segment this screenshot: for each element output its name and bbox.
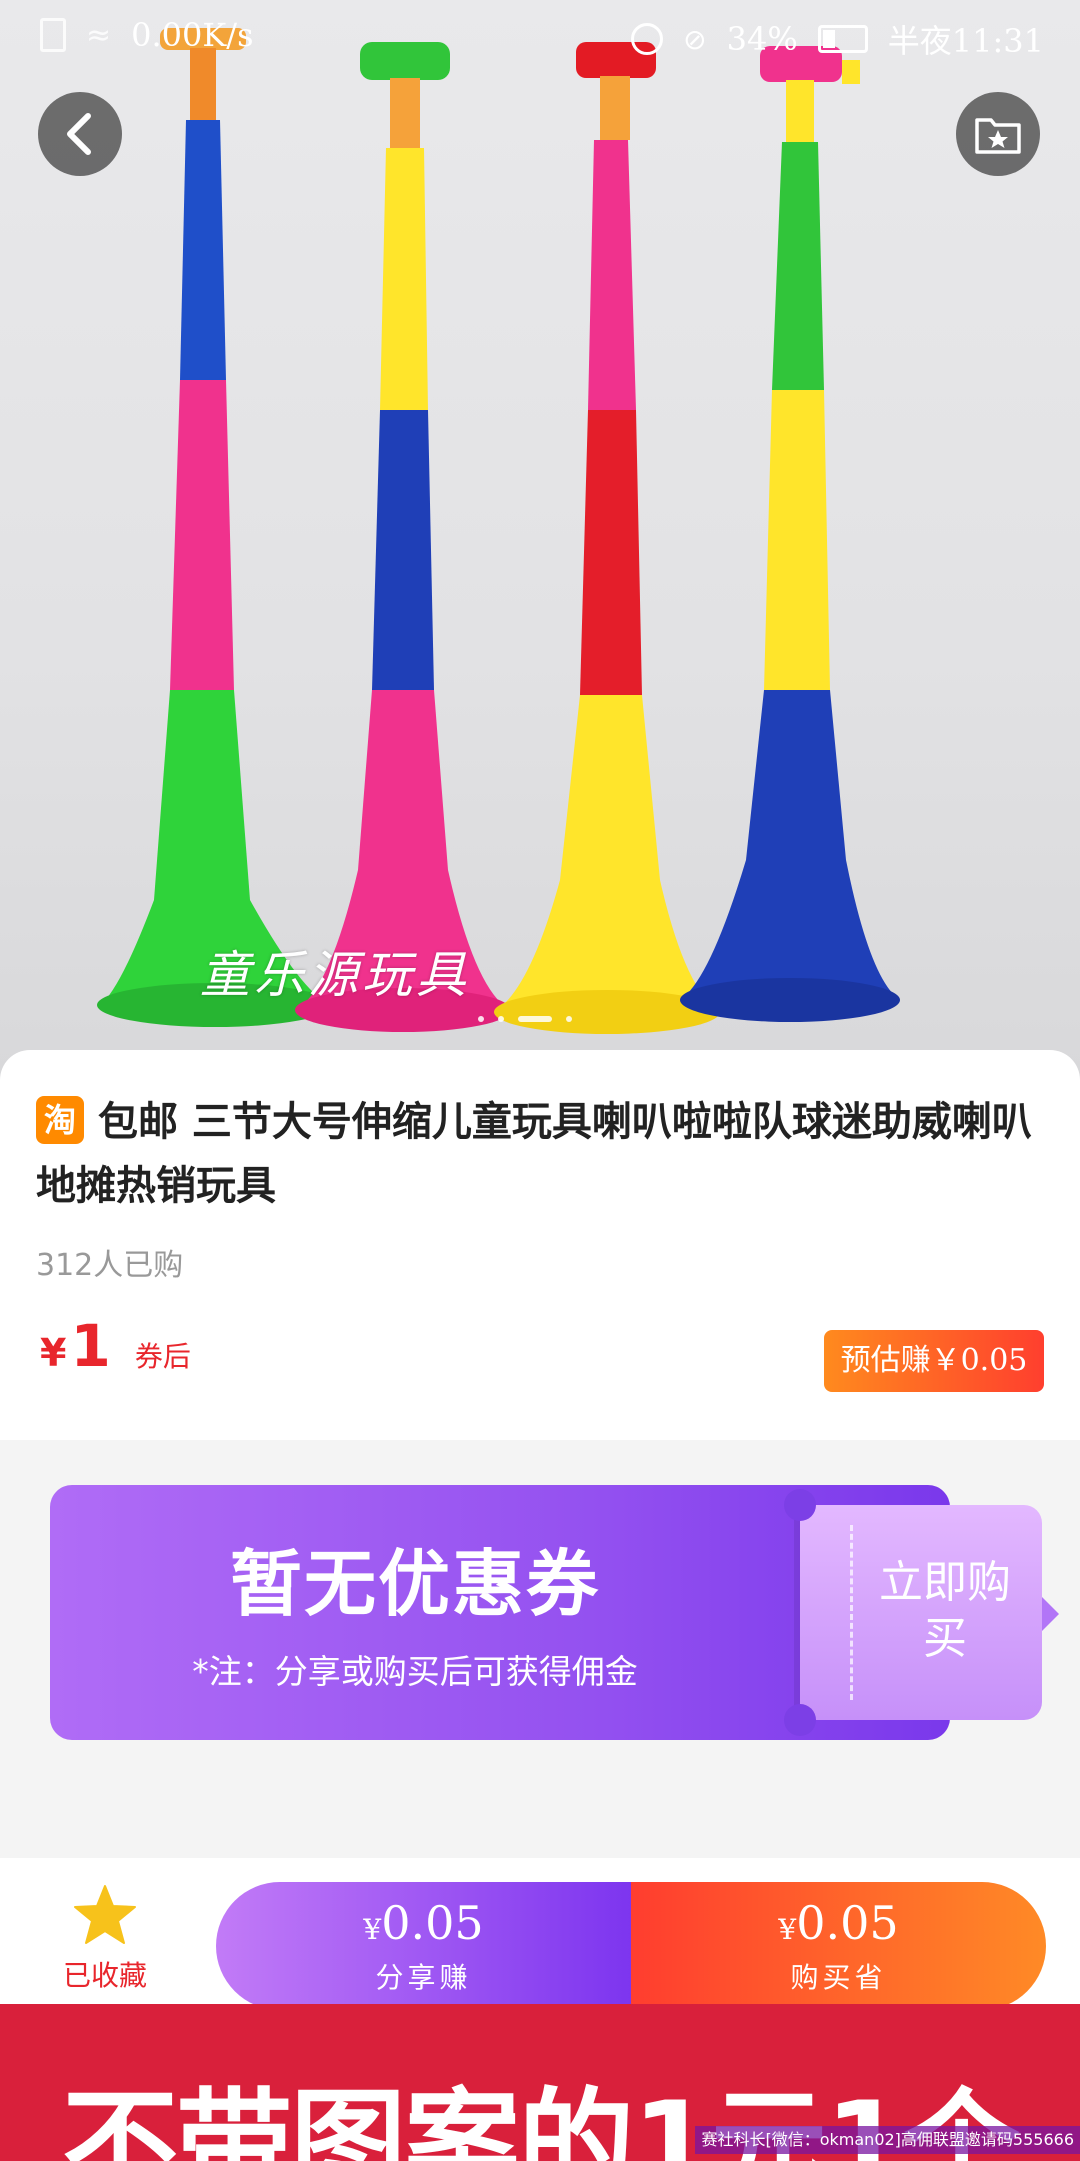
coupon-note: *注：分享或购买后可获得佣金 xyxy=(192,1652,638,1691)
favorite-folder-button[interactable] xyxy=(956,92,1040,176)
product-info-card: 淘包邮 三节大号伸缩儿童玩具喇叭啦啦队球迷助威喇叭 地摊热销玩具 312人已购 … xyxy=(0,1050,1080,1440)
price-value: 1 xyxy=(70,1312,111,1380)
mute-icon: ⊘ xyxy=(683,22,707,56)
bottom-action-bar: 已收藏 ¥0.05 分享赚 ¥0.05 购买省 xyxy=(0,1858,1080,2010)
horn-4 xyxy=(680,46,900,1022)
buy-save-button[interactable]: ¥0.05 购买省 xyxy=(631,1882,1046,2010)
product-title-text: 包邮 三节大号伸缩儿童玩具喇叭啦啦队球迷助威喇叭 地摊热销玩具 xyxy=(36,1098,1032,1209)
clock-time: 半夜11:31 xyxy=(887,22,1044,60)
product-image-gallery[interactable]: ≈ 0.00K/s ⊘ 34% 半夜11:31 童乐源玩具 xyxy=(0,0,1080,1085)
ticket-notch xyxy=(784,1489,816,1521)
buy-currency: ¥ xyxy=(778,1913,797,1946)
battery-percent: 34% xyxy=(726,20,798,58)
product-photo xyxy=(97,28,900,1034)
taobao-badge-icon: 淘 xyxy=(36,1096,84,1144)
action-pill: ¥0.05 分享赚 ¥0.05 购买省 xyxy=(216,1882,1046,2010)
product-title: 淘包邮 三节大号伸缩儿童玩具喇叭啦啦队球迷助威喇叭 地摊热销玩具 xyxy=(36,1090,1046,1218)
price-currency: ¥ xyxy=(40,1331,67,1375)
price-block: ¥ 1 券后 xyxy=(40,1312,191,1380)
battery-icon xyxy=(817,25,868,53)
pagination-dot-active xyxy=(518,1016,552,1022)
horn-2 xyxy=(295,42,511,1032)
folder-star-icon xyxy=(975,118,1021,154)
ticker-text: 赛社科长[微信：okman02]高佣联盟邀请码555666 xyxy=(695,2126,1080,2154)
share-amount: 0.05 xyxy=(381,1896,484,1950)
coupon-title: 暂无优惠券 xyxy=(229,1542,600,1626)
gallery-pagination xyxy=(478,1016,572,1022)
share-label: 分享赚 xyxy=(375,1961,472,1994)
pagination-dot xyxy=(478,1016,484,1022)
coupon-section: 暂无优惠券 *注：分享或购买后可获得佣金 立即购买 xyxy=(0,1440,1080,1835)
share-earn-button[interactable]: ¥0.05 分享赚 xyxy=(216,1882,631,2010)
buy-now-button[interactable]: 立即购买 xyxy=(784,1489,1042,1736)
favorite-button[interactable]: 已收藏 xyxy=(50,1884,160,1994)
horn-1 xyxy=(97,28,333,1027)
ticket-divider xyxy=(850,1525,853,1700)
buy-now-label: 立即购买 xyxy=(879,1557,1011,1664)
image-watermark: 童乐源玩具 xyxy=(200,946,470,1004)
status-bar: ≈ 0.00K/s ⊘ 34% 半夜11:31 xyxy=(0,0,1080,72)
sold-count: 312人已购 xyxy=(36,1248,184,1283)
sim-icon xyxy=(40,18,66,52)
buy-amount: 0.05 xyxy=(796,1896,899,1950)
favorite-label: 已收藏 xyxy=(62,1959,147,1992)
wifi-icon: ≈ xyxy=(86,17,112,53)
pagination-dot xyxy=(566,1016,572,1022)
price-tag: 券后 xyxy=(134,1340,191,1373)
back-button[interactable] xyxy=(38,92,122,176)
star-icon xyxy=(74,1885,136,1944)
buy-label: 购买省 xyxy=(790,1961,887,1994)
horn-3 xyxy=(494,42,720,1034)
chevron-left-icon xyxy=(67,113,91,155)
caption-banner: 不带图案的1元1个 赛社科长[微信：okman02]高佣联盟邀请码555666 xyxy=(0,2004,1080,2161)
share-currency: ¥ xyxy=(363,1913,382,1946)
pagination-dot xyxy=(498,1016,504,1022)
estimated-earn-badge: 预估赚￥0.05 xyxy=(824,1330,1044,1392)
ticket-notch xyxy=(784,1704,816,1736)
network-speed: 0.00K/s xyxy=(131,16,254,54)
alarm-icon xyxy=(631,23,664,55)
coupon-card[interactable]: 暂无优惠券 *注：分享或购买后可获得佣金 立即购买 xyxy=(50,1485,1059,1740)
